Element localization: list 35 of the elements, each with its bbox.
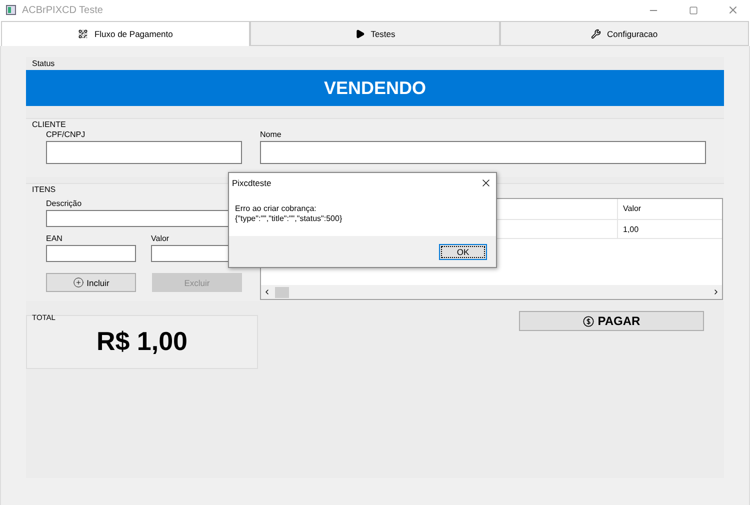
wrench-icon — [591, 28, 602, 38]
scroll-bar[interactable] — [261, 285, 722, 299]
field-label: Descrição — [46, 199, 83, 208]
pay-button[interactable]: PAGAR — [519, 311, 704, 331]
window-title: ACBrPIXCD Teste — [22, 4, 104, 16]
dialog-message: Erro ao criar cobrança: — [235, 204, 318, 214]
status-banner: VENDENDO — [26, 70, 724, 106]
ok-button[interactable]: OK — [439, 244, 487, 260]
field-label: Valor — [151, 234, 170, 243]
tab[interactable]: Fluxo de Pagamento — [1, 21, 250, 46]
section-label: ITENS — [31, 184, 57, 195]
dialog-message: {"type":"","title":"","status":500} — [235, 214, 344, 224]
maximize-icon[interactable] — [688, 6, 698, 14]
tab[interactable]: Testes — [250, 21, 500, 46]
input-field[interactable] — [46, 245, 136, 262]
field-label: EAN — [46, 234, 64, 243]
field-label: Nome — [260, 130, 282, 139]
tab[interactable]: Configuracao — [500, 21, 749, 46]
dialog-title: Pixcdteste — [232, 178, 272, 188]
column-header: Valor — [617, 199, 722, 219]
play-icon — [354, 28, 365, 38]
qr-code-icon — [78, 29, 88, 39]
table-cell: 1,00 — [617, 220, 722, 238]
section-label: Status — [31, 58, 56, 68]
coin-icon — [582, 316, 594, 326]
action-button[interactable]: Incluir — [46, 273, 136, 292]
plus-icon — [72, 277, 84, 288]
input-field[interactable] — [46, 141, 242, 164]
input-field[interactable] — [151, 245, 231, 262]
close-icon[interactable] — [480, 177, 492, 189]
section-label: CLIENTE — [31, 119, 67, 130]
total-amount: R$ 1,00 — [96, 326, 188, 357]
input-field[interactable] — [260, 141, 706, 164]
app-icon — [6, 5, 16, 15]
field-label: CPF/CNPJ — [46, 130, 86, 139]
